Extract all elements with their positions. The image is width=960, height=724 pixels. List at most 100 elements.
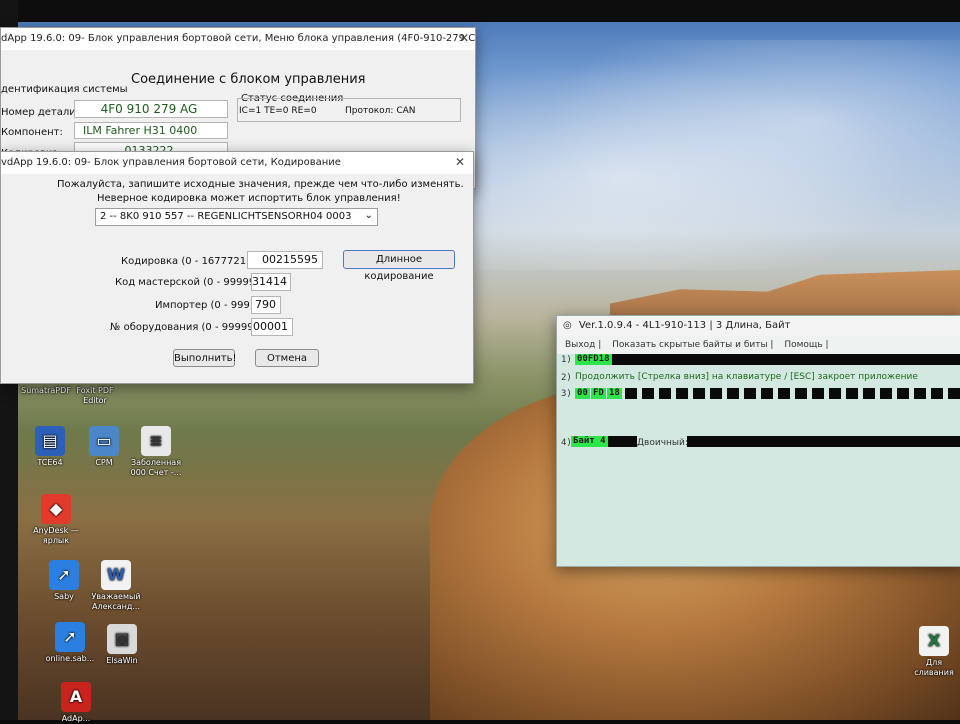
close-icon[interactable]: ✕	[459, 31, 469, 45]
label-select-value: 2 -- 8K0 910 557 -- REGENLICHTSENSORH04 …	[100, 211, 352, 222]
equipment-number-label: № оборудования (0 - 999999):	[110, 322, 268, 333]
window-title-bar: ◎ Ver.1.0.9.4 - 4L1-910-113 | 3 Длина, Б…	[557, 316, 960, 336]
long-coding-button[interactable]: Длинное кодирование	[343, 250, 455, 282]
execute-button[interactable]: Выполнить!	[173, 349, 237, 367]
menu-show-hidden[interactable]: Показать скрытые байты и биты |	[612, 340, 773, 350]
binary-label: Двоичный:	[637, 438, 688, 448]
empty-byte-cell[interactable]	[710, 388, 722, 399]
empty-byte-cell[interactable]	[948, 388, 960, 399]
empty-byte-cell[interactable]	[676, 388, 688, 399]
empty-byte-cell[interactable]	[625, 388, 637, 399]
part-number-field: 4F0 910 279 AG	[74, 100, 228, 118]
desktop-icon-label: AdAp...	[61, 714, 91, 723]
menu-exit[interactable]: Выход |	[565, 340, 601, 350]
workshop-code-input[interactable]: 31414	[251, 273, 291, 291]
desktop-icon-label: Уважаемый Александ...	[91, 592, 141, 611]
file-icon: ≡	[141, 426, 171, 456]
empty-byte-cell[interactable]	[761, 388, 773, 399]
desktop-icon-foxit[interactable]: Foxit PDF Editor	[64, 386, 126, 406]
computer-icon: ▭	[89, 426, 119, 456]
byte-label: Байт 4	[571, 436, 608, 447]
desktop-icon-invoice[interactable]: ≡ Заболенная 000 Счет -...	[124, 426, 188, 478]
workshop-code-label: Код мастерской (0 - 99999):	[115, 277, 263, 288]
warning-line-2: Неверное кодировка может испортить блок …	[97, 193, 401, 204]
byte-editor-window: ◎ Ver.1.0.9.4 - 4L1-910-113 | 3 Длина, Б…	[556, 315, 960, 567]
system-id-section: дентификация системы	[1, 84, 128, 95]
label-select[interactable]: 2 -- 8K0 910 557 -- REGENLICHTSENSORH04 …	[95, 208, 378, 226]
saby-bird-icon: ➚	[49, 560, 79, 590]
cancel-button[interactable]: Отмена	[255, 349, 319, 367]
empty-byte-cell[interactable]	[744, 388, 756, 399]
line-number-2: 2)	[561, 373, 572, 383]
excel-icon: X	[919, 626, 949, 656]
desktop-icon-label: Заболенная 000 Счет -...	[130, 458, 182, 477]
desktop-icon-label: ElsaWin	[106, 656, 138, 665]
elsawin-icon: ▣	[107, 624, 137, 654]
coding-label: Кодировка (0 - 16777215):	[121, 256, 260, 267]
empty-byte-cell[interactable]	[727, 388, 739, 399]
connection-status-text: IC=1 TE=0 RE=0	[239, 106, 317, 116]
desktop-icon-label: TCE64	[37, 458, 63, 467]
pdf-icon: A	[61, 682, 91, 712]
close-icon[interactable]: ✕	[455, 155, 465, 169]
anydesk-icon: ◆	[41, 494, 71, 524]
word-document-icon: W	[101, 560, 131, 590]
window-title: dApp 19.6.0: 09- Блок управления бортово…	[1, 33, 475, 44]
desktop-icon-label: Foxit PDF Editor	[76, 386, 114, 405]
hex-value-bar	[575, 354, 960, 365]
empty-byte-cell[interactable]	[897, 388, 909, 399]
menu-help[interactable]: Помощь |	[784, 340, 828, 350]
app-icon: ◎	[563, 320, 572, 331]
connection-heading: Соединение с блоком управления	[131, 72, 366, 87]
empty-byte-cell[interactable]	[642, 388, 654, 399]
empty-byte-cell[interactable]	[659, 388, 671, 399]
warning-line-1: Пожалуйста, запишите исходные значения, …	[57, 179, 464, 190]
window-title-bar: dApp 19.6.0: 09- Блок управления бортово…	[1, 28, 475, 50]
component-label: Компонент:	[1, 127, 63, 138]
component-field: ILM Fahrer H31 0400	[74, 122, 228, 139]
desktop-icon-label: online.sab...	[45, 654, 95, 663]
wallpaper-town	[610, 270, 960, 318]
desktop-icon-word-doc[interactable]: W Уважаемый Александ...	[84, 560, 148, 612]
line-number-1: 1)	[561, 355, 572, 365]
empty-byte-cell[interactable]	[829, 388, 841, 399]
saby-bird-icon: ➚	[55, 622, 85, 652]
empty-byte-cell[interactable]	[880, 388, 892, 399]
coding-window: vdApp 19.6.0: 09- Блок управления бортов…	[0, 151, 474, 384]
empty-byte-cell[interactable]	[846, 388, 858, 399]
importer-input[interactable]: 790	[251, 296, 281, 314]
document-icon: ▤	[35, 426, 65, 456]
binary-value-bar	[687, 436, 960, 447]
chevron-down-icon[interactable]: ⌄	[365, 210, 373, 221]
instruction-text: Продолжить [Стрелка вниз] на клавиатуре …	[575, 372, 918, 382]
empty-byte-cell[interactable]	[795, 388, 807, 399]
empty-byte-cell[interactable]	[914, 388, 926, 399]
empty-byte-cell[interactable]	[778, 388, 790, 399]
menu-bar: Выход | Показать скрытые байты и биты | …	[557, 336, 960, 354]
empty-byte-cell[interactable]	[693, 388, 705, 399]
screen-bezel-top	[0, 0, 960, 22]
empty-byte-cell[interactable]	[863, 388, 875, 399]
byte-cell[interactable]: FD	[591, 388, 606, 399]
coding-input[interactable]: 00215595	[247, 251, 323, 269]
importer-label: Импортер (0 - 999):	[155, 300, 258, 311]
window-title-bar: vdApp 19.6.0: 09- Блок управления бортов…	[1, 152, 473, 174]
desktop-icon-excel[interactable]: X Для сливания	[908, 626, 960, 678]
desktop-icon-anydesk[interactable]: ◆ AnyDesk — ярлык	[24, 494, 88, 546]
part-number-label: Номер детали:	[1, 107, 80, 118]
desktop-icon-elsawin[interactable]: ▣ ElsaWin	[90, 624, 154, 666]
byte-cell[interactable]: 18	[607, 388, 622, 399]
desktop-icon-label: AnyDesk — ярлык	[33, 526, 79, 545]
equipment-number-input[interactable]: 00001	[251, 318, 293, 336]
byte-cell[interactable]: 00	[575, 388, 590, 399]
desktop-icon-label: Saby	[54, 592, 74, 601]
desktop-icon-adobe[interactable]: A AdAp...	[44, 682, 108, 724]
window-title: Ver.1.0.9.4 - 4L1-910-113 | 3 Длина, Бай…	[578, 320, 791, 331]
line-number-3: 3)	[561, 389, 572, 399]
empty-byte-cell[interactable]	[812, 388, 824, 399]
desktop-icon-label: Для сливания	[914, 658, 954, 677]
wallpaper-clouds	[470, 40, 960, 270]
hex-value: 00FD18	[575, 354, 612, 365]
empty-byte-cell[interactable]	[931, 388, 943, 399]
desktop-icon-label: CPM	[95, 458, 113, 467]
